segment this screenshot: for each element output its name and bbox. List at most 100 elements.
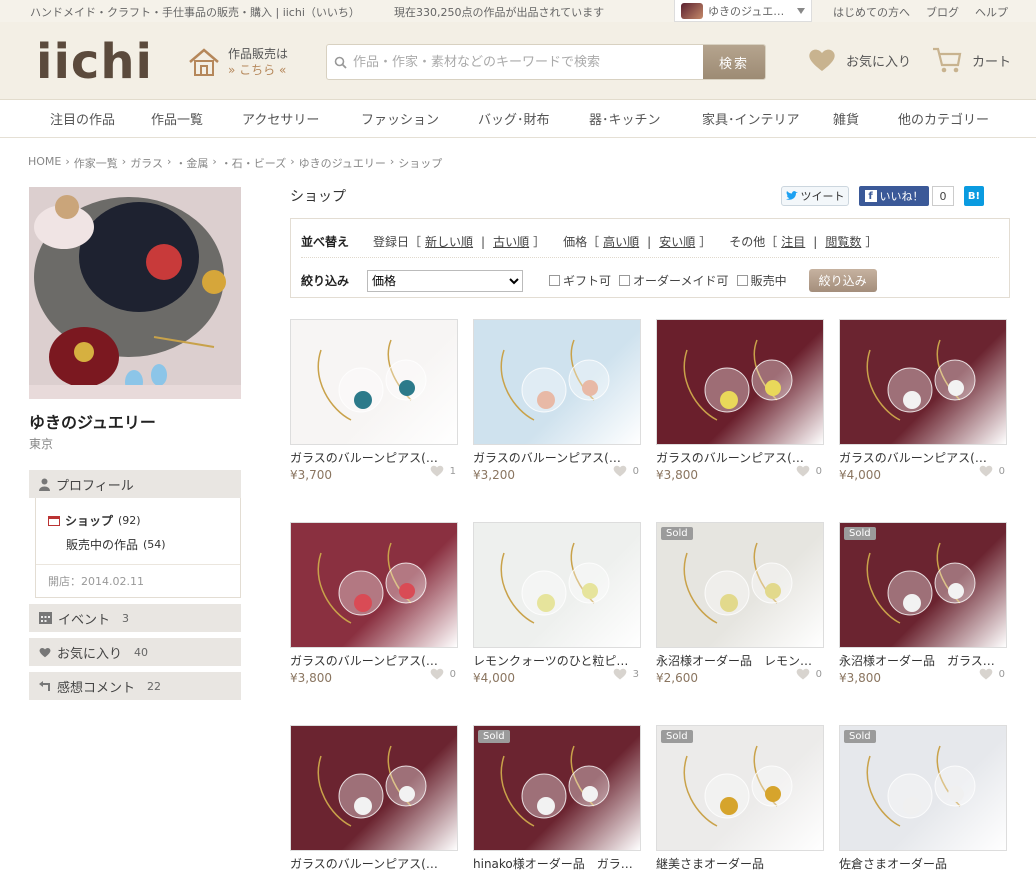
like-counter[interactable]: 0 (796, 465, 822, 477)
like-counter[interactable]: 1 (430, 465, 456, 477)
crumb-artists[interactable]: 作家一覧 (74, 155, 118, 171)
social-buttons: ツイート f いいね！ 0 B! (781, 186, 984, 206)
product-card[interactable]: ガラスのバルーンピアス(… ¥3,200 0 (473, 319, 641, 482)
sidebar-item-profile[interactable]: プロフィール (29, 470, 241, 498)
like-counter[interactable]: 3 (613, 668, 639, 680)
search-button[interactable]: 検索 (703, 45, 765, 79)
product-name[interactable]: 永沼様オーダー品 レモン… (656, 652, 816, 669)
sidebar-item-shop[interactable]: ショップ (92) (36, 508, 240, 532)
product-name[interactable]: ガラスのバルーンピアス(… (290, 855, 450, 872)
product-card[interactable]: Sold 佐倉さまオーダー品 (839, 725, 1007, 872)
product-card[interactable]: ガラスのバルーンピアス(… ¥4,000 0 (839, 319, 1007, 482)
sidebar-item-comments[interactable]: 感想コメント 22 (29, 672, 241, 700)
nav-bags[interactable]: バッグ･財布 (478, 109, 550, 128)
site-logo[interactable]: iichi (36, 34, 153, 90)
ordermade-checkbox[interactable]: オーダーメイド可 (619, 272, 729, 289)
product-image[interactable] (290, 319, 458, 445)
nav-items[interactable]: 作品一覧 (151, 109, 203, 128)
crumb-home[interactable]: HOME (28, 155, 61, 171)
shop-image[interactable] (29, 187, 241, 399)
product-image[interactable]: Sold (473, 725, 641, 851)
like-counter[interactable]: 0 (979, 668, 1005, 680)
product-image[interactable]: Sold (839, 725, 1007, 851)
product-card[interactable]: ガラスのバルーンピアス(… ¥3,800 0 (290, 522, 458, 685)
sort-low-link[interactable]: 安い順 (659, 233, 695, 250)
product-image[interactable]: Sold (656, 725, 824, 851)
product-image[interactable] (473, 522, 641, 648)
like-counter[interactable]: 0 (796, 668, 822, 680)
product-name[interactable]: 永沼様オーダー品 ガラス… (839, 652, 999, 669)
nav-accessories[interactable]: アクセサリー (242, 109, 319, 128)
product-image[interactable] (290, 725, 458, 851)
product-name[interactable]: ガラスのバルーンピアス(… (473, 449, 633, 466)
product-name[interactable]: ガラスのバルーンピアス(… (839, 449, 999, 466)
tweet-button[interactable]: ツイート (781, 186, 849, 206)
facebook-icon: f (864, 190, 877, 202)
product-name[interactable]: ガラスのバルーンピアス(… (290, 652, 450, 669)
sort-filter-panel: 並べ替え 登録日［ 新しい順 | 古い順 ］ 価格［ 高い順 | 安い順 ］ そ… (290, 218, 1010, 298)
guide-link[interactable]: はじめての方へ (833, 4, 910, 20)
gift-checkbox[interactable]: ギフト可 (549, 272, 611, 289)
nav-kitchen[interactable]: 器･キッチン (589, 109, 661, 128)
help-link[interactable]: ヘルプ (975, 4, 1008, 20)
onsale-count: (54) (143, 537, 166, 551)
sold-badge: Sold (844, 730, 876, 743)
product-image[interactable]: Sold (656, 522, 824, 648)
product-image[interactable] (473, 319, 641, 445)
product-name[interactable]: 佐倉さまオーダー品 (839, 855, 999, 872)
product-card[interactable]: Sold hinako様オーダー品 ガラ… (473, 725, 641, 872)
site-header: iichi 作品販売は » こちら « 検索 お気に入り カート (0, 22, 1036, 100)
sidebar-item-onsale[interactable]: 販売中の作品 (54) (36, 532, 240, 556)
product-card[interactable]: Sold 永沼様オーダー品 ガラス… ¥3,800 0 (839, 522, 1007, 685)
search-input[interactable] (353, 45, 703, 79)
product-card[interactable]: Sold 継美さまオーダー品 (656, 725, 824, 872)
like-label: いいね！ (879, 190, 924, 203)
favorites-button[interactable]: お気に入り (808, 48, 911, 72)
blog-link[interactable]: ブログ (926, 4, 959, 20)
like-counter[interactable]: 0 (430, 668, 456, 680)
nav-goods[interactable]: 雑貨 (833, 109, 859, 128)
product-card[interactable]: ガラスのバルーンピアス(… ¥3,800 0 (656, 319, 824, 482)
product-image[interactable]: Sold (839, 522, 1007, 648)
sort-newest-link[interactable]: 新しい順 (425, 233, 473, 250)
sort-row: 並べ替え 登録日［ 新しい順 | 古い順 ］ 価格［ 高い順 | 安い順 ］ そ… (301, 233, 877, 250)
nav-fashion[interactable]: ファッション (361, 109, 439, 128)
crumb-glass[interactable]: ガラス (130, 155, 163, 171)
product-image[interactable] (839, 319, 1007, 445)
sidebar-item-favorites[interactable]: お気に入り 40 (29, 638, 241, 666)
sidebar-item-events[interactable]: イベント 3 (29, 604, 241, 632)
product-name[interactable]: レモンクォーツのひと粒ピ… (473, 652, 633, 669)
product-image[interactable] (656, 319, 824, 445)
sort-oldest-link[interactable]: 古い順 (493, 233, 529, 250)
filter-button[interactable]: 絞り込み (808, 269, 877, 292)
facebook-like-button[interactable]: f いいね！ (859, 186, 929, 206)
product-card[interactable]: ガラスのバルーンピアス(… (290, 725, 458, 872)
product-name[interactable]: hinako様オーダー品 ガラ… (473, 855, 633, 872)
sell-link[interactable]: 作品販売は » こちら « (188, 46, 288, 78)
crumb-metal[interactable]: ・金属 (175, 155, 208, 171)
shop-name[interactable]: ゆきのジュエリー (29, 409, 241, 433)
price-select[interactable]: 価格 (367, 269, 524, 292)
onsale-checkbox[interactable]: 販売中 (736, 272, 787, 289)
heart-icon (430, 465, 443, 477)
product-image[interactable] (290, 522, 458, 648)
crumb-shop-name[interactable]: ゆきのジュエリー (299, 155, 386, 171)
product-card[interactable]: レモンクォーツのひと粒ピ… ¥4,000 3 (473, 522, 641, 685)
product-card[interactable]: ガラスのバルーンピアス(… ¥3,700 1 (290, 319, 458, 482)
nav-other[interactable]: 他のカテゴリー (898, 109, 989, 128)
user-menu[interactable]: ゆきのジュエ… (674, 0, 812, 22)
nav-featured[interactable]: 注目の作品 (50, 109, 115, 128)
nav-furniture[interactable]: 家具･インテリア (702, 109, 800, 128)
product-name[interactable]: ガラスのバルーンピアス(… (290, 449, 450, 466)
sort-high-link[interactable]: 高い順 (603, 233, 639, 250)
sort-featured-link[interactable]: 注目 (781, 233, 805, 250)
crumb-stone[interactable]: ・石・ビーズ (221, 155, 286, 171)
product-name[interactable]: ガラスのバルーンピアス(… (656, 449, 816, 466)
like-counter[interactable]: 0 (613, 465, 639, 477)
sort-views-link[interactable]: 閲覧数 (825, 233, 861, 250)
product-name[interactable]: 継美さまオーダー品 (656, 855, 816, 872)
hatena-bookmark-button[interactable]: B! (964, 186, 984, 206)
cart-button[interactable]: カート (932, 46, 1011, 74)
like-counter[interactable]: 0 (979, 465, 1005, 477)
product-card[interactable]: Sold 永沼様オーダー品 レモン… ¥2,600 0 (656, 522, 824, 685)
